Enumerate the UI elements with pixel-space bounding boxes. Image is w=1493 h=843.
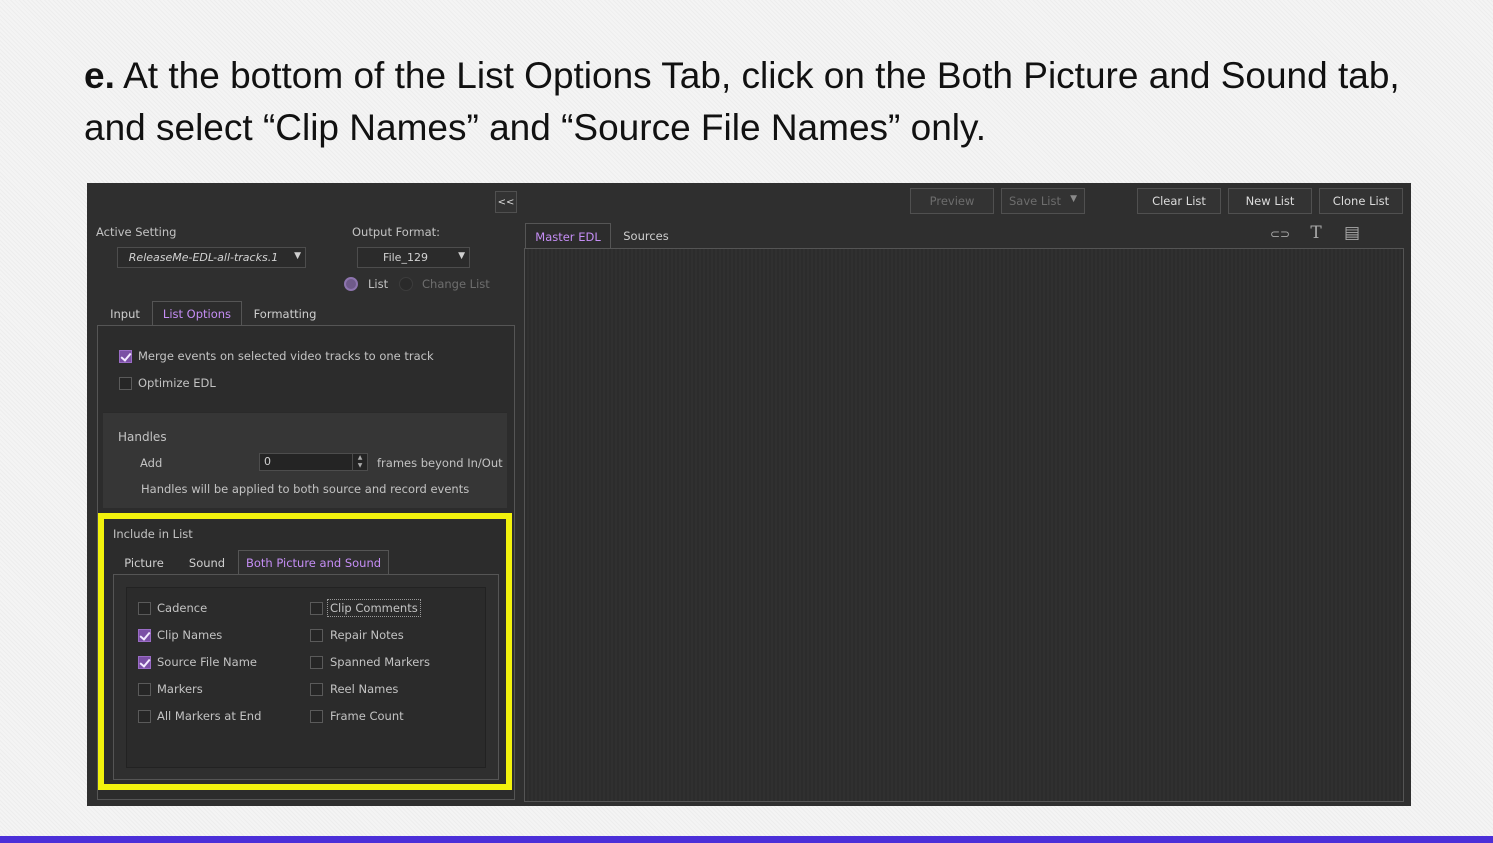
markers-checkbox[interactable] [138, 683, 151, 696]
save-list-label: Save List [1009, 194, 1061, 208]
instruction-step: e. [84, 55, 115, 96]
clip-names-checkbox[interactable] [138, 629, 151, 642]
markers-label: Markers [157, 682, 203, 696]
merge-events-label: Merge events on selected video tracks to… [138, 349, 434, 363]
preview-button[interactable]: Preview [910, 188, 994, 214]
tab-input[interactable]: Input [101, 301, 149, 326]
tab-sound[interactable]: Sound [177, 550, 237, 575]
stepper-arrows-icon[interactable]: ▲ ▼ [352, 454, 367, 471]
chevron-down-icon: ▼ [1070, 194, 1077, 204]
link-icon[interactable]: ⊂⊃ [1270, 227, 1290, 241]
chevron-down-icon: ▼ [458, 251, 465, 261]
new-list-button[interactable]: New List [1228, 188, 1312, 214]
reel-names-label: Reel Names [330, 682, 399, 696]
list-radio[interactable] [344, 277, 358, 291]
tab-picture[interactable]: Picture [115, 550, 173, 575]
optimize-edl-label: Optimize EDL [138, 376, 216, 390]
list-radio-label: List [368, 277, 389, 291]
instruction-text: e. At the bottom of the List Options Tab… [84, 50, 1404, 154]
active-setting-value: ReleaseMe-EDL-all-tracks.1 [128, 251, 279, 264]
frame-count-checkbox[interactable] [310, 710, 323, 723]
list-view-icon[interactable]: ▤ [1342, 223, 1362, 243]
repair-notes-label: Repair Notes [330, 628, 404, 642]
tab-sources[interactable]: Sources [614, 223, 678, 249]
handles-add-value: 0 [264, 455, 271, 468]
collapse-button[interactable]: << [495, 191, 517, 213]
clip-comments-label: Clip Comments [327, 599, 421, 617]
edl-manager-window: << Preview Save List ▼ Clear List New Li… [87, 183, 1411, 806]
all-markers-at-end-checkbox[interactable] [138, 710, 151, 723]
cadence-checkbox[interactable] [138, 602, 151, 615]
change-list-radio[interactable] [399, 277, 413, 291]
source-file-name-label: Source File Name [157, 655, 257, 669]
cadence-label: Cadence [157, 601, 208, 615]
spanned-markers-checkbox[interactable] [310, 656, 323, 669]
save-list-button[interactable]: Save List ▼ [1001, 188, 1085, 214]
instruction-body: At the bottom of the List Options Tab, c… [84, 55, 1400, 148]
chevron-down-icon: ▼ [294, 251, 301, 261]
clear-list-button[interactable]: Clear List [1137, 188, 1221, 214]
reel-names-checkbox[interactable] [310, 683, 323, 696]
spanned-markers-label: Spanned Markers [330, 655, 430, 669]
handles-frames-label: frames beyond In/Out [377, 456, 503, 470]
repair-notes-checkbox[interactable] [310, 629, 323, 642]
output-format-select[interactable]: File_129 ▼ [357, 247, 470, 268]
bottom-accent-bar [0, 836, 1493, 843]
optimize-edl-checkbox[interactable] [119, 377, 132, 390]
source-file-name-checkbox[interactable] [138, 656, 151, 669]
tab-both-picture-and-sound[interactable]: Both Picture and Sound [238, 550, 389, 575]
clip-comments-checkbox[interactable] [310, 602, 323, 615]
change-list-radio-label: Change List [422, 277, 490, 291]
all-markers-at-end-label: All Markers at End [157, 709, 262, 723]
handles-title: Handles [118, 430, 167, 444]
clone-list-button[interactable]: Clone List [1319, 188, 1403, 214]
clip-names-label: Clip Names [157, 628, 223, 642]
output-format-value: File_129 [383, 251, 428, 264]
handles-add-label: Add [140, 456, 163, 470]
edl-view-area[interactable] [524, 248, 1404, 802]
include-in-list-title: Include in List [113, 527, 193, 541]
tab-list-options[interactable]: List Options [152, 301, 242, 326]
output-format-label: Output Format: [352, 225, 441, 239]
active-setting-label: Active Setting [96, 225, 177, 239]
tab-formatting[interactable]: Formatting [245, 301, 325, 326]
merge-events-checkbox[interactable] [119, 350, 132, 363]
tab-master-edl[interactable]: Master EDL [525, 223, 611, 249]
active-setting-select[interactable]: ReleaseMe-EDL-all-tracks.1 ▼ [117, 247, 306, 268]
text-view-icon[interactable]: T [1306, 223, 1326, 243]
handles-add-input[interactable]: 0 ▲ ▼ [259, 453, 368, 471]
frame-count-label: Frame Count [330, 709, 404, 723]
handles-note: Handles will be applied to both source a… [141, 482, 470, 496]
